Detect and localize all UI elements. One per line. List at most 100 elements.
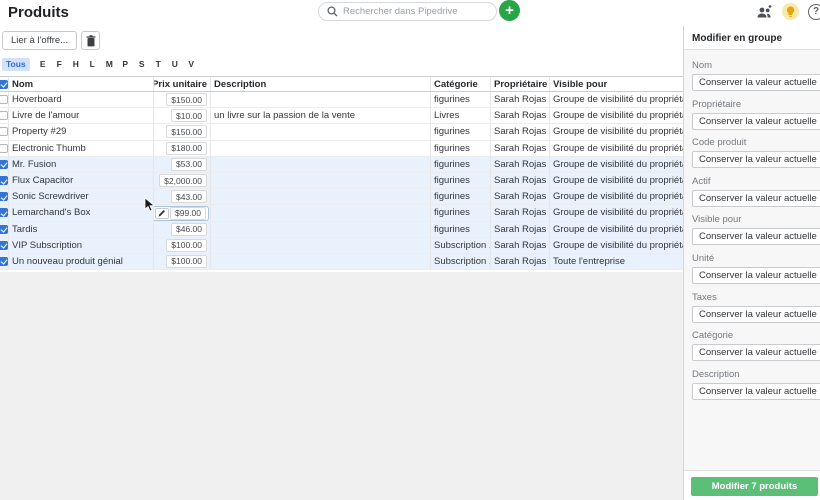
quick-add-button[interactable]: + (499, 0, 520, 21)
row-checkbox-cell (0, 254, 9, 269)
row-checkbox[interactable] (0, 257, 8, 266)
filter-m[interactable]: M (106, 59, 112, 69)
price-value[interactable]: $10.00 (171, 109, 207, 122)
bulk-field-cat-gorie: CatégorieConserver la valeur actuelle (692, 330, 820, 361)
field-value-select[interactable]: Conserver la valeur actuelle (692, 383, 820, 400)
product-name-cell[interactable]: Un nouveau produit génial (9, 254, 154, 269)
col-header-category[interactable]: Catégorie (431, 77, 491, 91)
filter-v[interactable]: V (188, 59, 194, 69)
select-all-checkbox[interactable] (0, 80, 8, 89)
filter-l[interactable]: L (89, 59, 95, 69)
field-value-select[interactable]: Conserver la valeur actuelle (692, 344, 820, 361)
field-value-select[interactable]: Conserver la valeur actuelle (692, 267, 820, 284)
field-value-select[interactable]: Conserver la valeur actuelle (692, 113, 820, 130)
product-name-cell[interactable]: Flux Capacitor (9, 173, 154, 188)
row-checkbox[interactable] (0, 241, 8, 250)
product-table-body: Hoverboard$150.00figurinesSarah RojasGro… (0, 92, 683, 270)
visible-to-cell: Groupe de visibilité du propriétaire (550, 205, 683, 220)
unit-price-cell: $99.00 (154, 205, 211, 220)
col-header-name[interactable]: Nom (9, 77, 154, 91)
product-name-cell[interactable]: Electronic Thumb (9, 141, 154, 156)
price-value-input[interactable]: $99.00 (170, 207, 206, 220)
filter-p[interactable]: P (122, 59, 128, 69)
lightbulb-icon (786, 6, 795, 18)
table-header-row: Nom Prix unitaire Description Catégorie … (0, 76, 683, 92)
unit-price-cell: $150.00 (154, 124, 211, 139)
product-name-cell[interactable]: Mr. Fusion (9, 157, 154, 172)
description-cell (211, 157, 431, 172)
price-edit-cell: $99.00 (154, 206, 209, 221)
row-checkbox-cell (0, 141, 9, 156)
suggestions-lightbulb-button[interactable] (782, 3, 799, 20)
col-header-description[interactable]: Description (211, 77, 431, 91)
select-all-cell (0, 77, 9, 91)
filter-t[interactable]: T (155, 59, 161, 69)
search-icon (327, 6, 338, 17)
price-value[interactable]: $150.00 (166, 93, 207, 106)
price-value[interactable]: $46.00 (171, 223, 207, 236)
product-name-cell[interactable]: VIP Subscription (9, 238, 154, 253)
price-value[interactable]: $2,000.00 (159, 174, 207, 187)
row-checkbox[interactable] (0, 127, 8, 136)
price-value[interactable]: $180.00 (166, 142, 207, 155)
unit-price-cell: $150.00 (154, 92, 211, 107)
row-checkbox-cell (0, 173, 9, 188)
search-placeholder: Rechercher dans Pipedrive (343, 6, 458, 17)
invite-users-icon[interactable] (755, 5, 773, 19)
category-cell: figurines (431, 222, 491, 237)
price-value[interactable]: $150.00 (166, 125, 207, 138)
filter-u[interactable]: U (172, 59, 178, 69)
bulk-edit-panel: Modifier en groupe NomConserver la valeu… (683, 26, 820, 500)
field-value-select[interactable]: Conserver la valeur actuelle (692, 151, 820, 168)
bulk-edit-submit-button[interactable]: Modifier 7 produits (691, 477, 818, 496)
col-header-owner[interactable]: Propriétaire (491, 77, 550, 91)
row-checkbox[interactable] (0, 208, 8, 217)
field-value-select[interactable]: Conserver la valeur actuelle (692, 306, 820, 323)
field-value-select[interactable]: Conserver la valeur actuelle (692, 228, 820, 245)
filter-tous[interactable]: Tous (2, 58, 30, 71)
owner-cell: Sarah Rojas (491, 124, 550, 139)
row-checkbox[interactable] (0, 192, 8, 201)
col-header-unit-price[interactable]: Prix unitaire (154, 77, 211, 91)
link-to-deal-button[interactable]: Lier à l'offre... (2, 31, 77, 50)
price-value[interactable]: $100.00 (166, 239, 207, 252)
row-checkbox[interactable] (0, 176, 8, 185)
owner-cell: Sarah Rojas (491, 205, 550, 220)
col-header-visible-to[interactable]: Visible pour (550, 77, 683, 91)
search-input[interactable]: Rechercher dans Pipedrive (318, 2, 497, 21)
unit-price-cell: $53.00 (154, 157, 211, 172)
filter-f[interactable]: F (56, 59, 62, 69)
row-checkbox[interactable] (0, 225, 8, 234)
edit-pencil-button[interactable] (155, 208, 169, 219)
product-name-cell[interactable]: Hoverboard (9, 92, 154, 107)
delete-button[interactable] (81, 31, 100, 50)
table-row: VIP Subscription$100.00Subscription ...S… (0, 238, 683, 254)
row-checkbox[interactable] (0, 95, 8, 104)
row-checkbox[interactable] (0, 144, 8, 153)
price-value[interactable]: $100.00 (166, 255, 207, 268)
row-checkbox[interactable] (0, 160, 8, 169)
product-name-cell[interactable]: Tardis (9, 222, 154, 237)
unit-price-cell: $2,000.00 (154, 173, 211, 188)
price-value[interactable]: $53.00 (171, 158, 207, 171)
row-checkbox[interactable] (0, 111, 8, 120)
filter-e[interactable]: E (40, 59, 46, 69)
field-value-select[interactable]: Conserver la valeur actuelle (692, 190, 820, 207)
help-icon[interactable]: ? (808, 4, 820, 20)
filter-s[interactable]: S (139, 59, 145, 69)
toolbar: Lier à l'offre... (2, 31, 100, 50)
field-label: Taxes (692, 292, 820, 303)
product-name-cell[interactable]: Sonic Screwdriver (9, 189, 154, 204)
category-cell: figurines (431, 157, 491, 172)
product-name-cell[interactable]: Livre de l'amour (9, 108, 154, 123)
owner-cell: Sarah Rojas (491, 173, 550, 188)
row-checkbox-cell (0, 189, 9, 204)
field-value-select[interactable]: Conserver la valeur actuelle (692, 74, 820, 91)
price-value[interactable]: $43.00 (171, 190, 207, 203)
product-name-cell[interactable]: Lemarchand's Box (9, 205, 154, 220)
unit-price-cell: $10.00 (154, 108, 211, 123)
bulk-field-visible-pour: Visible pourConserver la valeur actuelle (692, 214, 820, 245)
product-name-cell[interactable]: Property #29 (9, 124, 154, 139)
visible-to-cell: Groupe de visibilité du propriétaire (550, 238, 683, 253)
filter-h[interactable]: H (73, 59, 79, 69)
